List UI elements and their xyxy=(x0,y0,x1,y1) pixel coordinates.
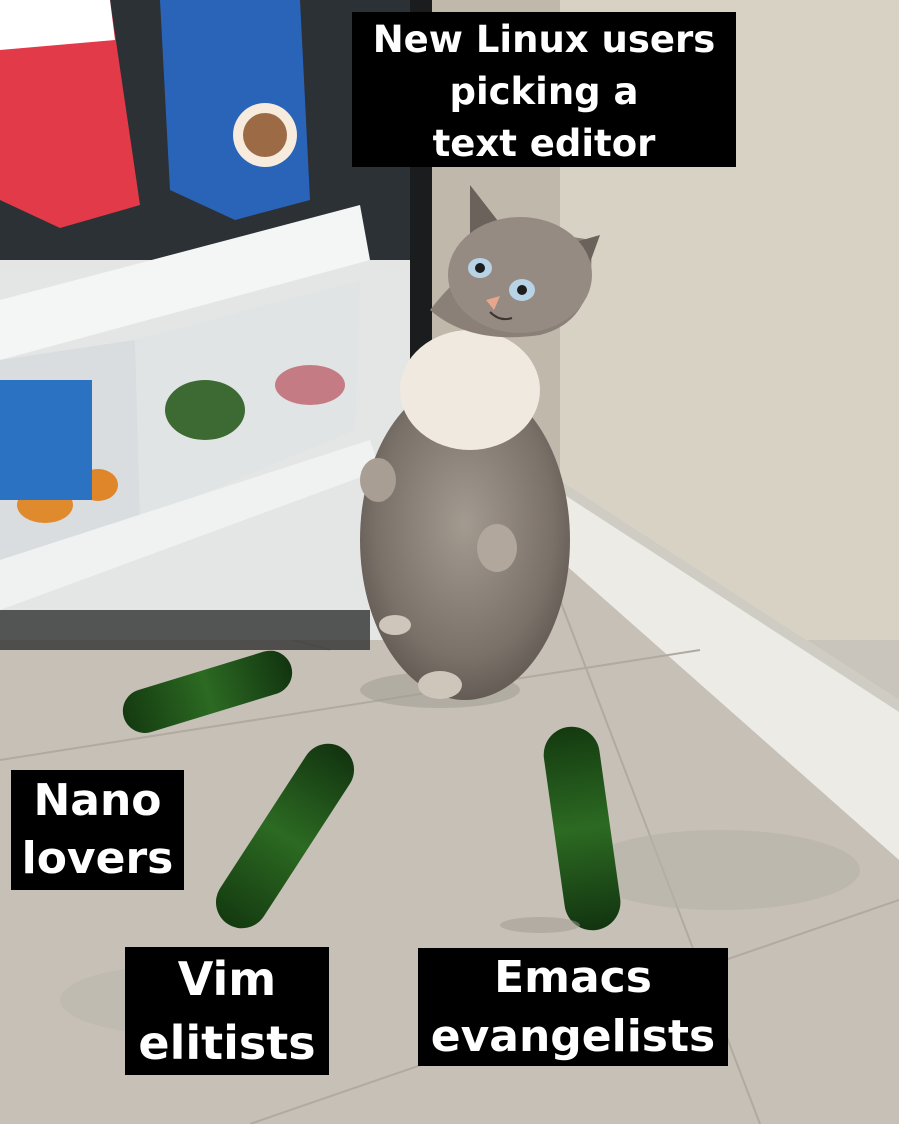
vim-label: Vim elitists xyxy=(125,947,329,1075)
emacs-label: Emacs evangelists xyxy=(418,948,728,1066)
creamer-carton xyxy=(160,0,310,220)
top-caption: New Linux users picking a text editor xyxy=(352,12,736,167)
nano-label: Nano lovers xyxy=(11,770,184,890)
meme-image: New Linux users picking a text editor Na… xyxy=(0,0,899,1124)
